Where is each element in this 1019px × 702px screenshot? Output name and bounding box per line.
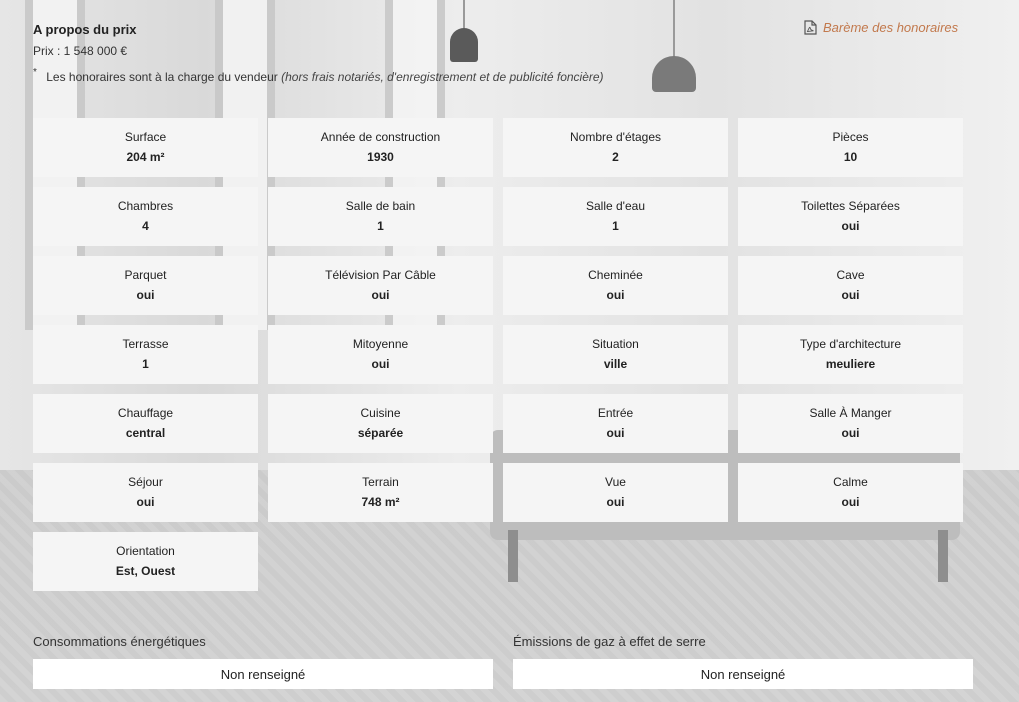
feature-label: Séjour: [128, 475, 163, 489]
feature-label: Type d'architecture: [799, 337, 901, 351]
feature-value: oui: [606, 426, 625, 440]
feature-value: 1: [377, 219, 384, 233]
feature-cell: Surface 204 m²: [33, 118, 258, 177]
feature-label: Nombre d'étages: [569, 130, 661, 144]
feature-value: 2: [612, 150, 619, 164]
feature-value: 748 m²: [361, 495, 400, 509]
feature-cell: Année de construction 1930: [268, 118, 493, 177]
feature-value: oui: [371, 288, 390, 302]
energy-consumption-value: Non renseigné: [33, 659, 493, 689]
feature-label: Surface: [124, 130, 167, 144]
feature-label: Salle de bain: [345, 199, 416, 213]
price-details-section: A propos du prix Prix : 1 548 000 € * Le…: [0, 0, 1019, 702]
feature-label: Chauffage: [117, 406, 174, 420]
fees-note-star: *: [33, 67, 37, 78]
feature-cell: Pièces 10: [738, 118, 963, 177]
price-value: Prix : 1 548 000 €: [33, 44, 128, 58]
feature-cell: Situation ville: [503, 325, 728, 384]
feature-cell: Entrée oui: [503, 394, 728, 453]
feature-value: 1: [142, 357, 149, 371]
feature-cell: Terrasse 1: [33, 325, 258, 384]
feature-cell: Parquet oui: [33, 256, 258, 315]
fees-note: * Les honoraires sont à la charge du ven…: [33, 67, 604, 84]
feature-cell: Salle d'eau 1: [503, 187, 728, 246]
ghg-emissions-label: Émissions de gaz à effet de serre: [513, 634, 706, 649]
feature-value: meuliere: [825, 357, 876, 371]
feature-label: Mitoyenne: [352, 337, 409, 351]
feature-value: 4: [142, 219, 149, 233]
feature-value: oui: [606, 288, 625, 302]
feature-label: Orientation: [116, 544, 175, 558]
feature-cell: Mitoyenne oui: [268, 325, 493, 384]
feature-cell: Cuisine séparée: [268, 394, 493, 453]
feature-value: 10: [843, 150, 858, 164]
feature-label: Vue: [605, 475, 626, 489]
feature-cell: Chambres 4: [33, 187, 258, 246]
feature-cell: Vue oui: [503, 463, 728, 522]
feature-cell: Chauffage central: [33, 394, 258, 453]
ghg-emissions-value: Non renseigné: [513, 659, 973, 689]
feature-label: Chambres: [117, 199, 174, 213]
fee-schedule-label: Barème des honoraires: [823, 20, 959, 35]
feature-label: Parquet: [124, 268, 167, 282]
feature-value: Est, Ouest: [115, 564, 176, 578]
energy-consumption-label: Consommations énergétiques: [33, 634, 206, 649]
feature-label: Année de construction: [320, 130, 441, 144]
feature-cell: Cheminée oui: [503, 256, 728, 315]
feature-cell: Salle de bain 1: [268, 187, 493, 246]
feature-cell: Type d'architecture meuliere: [738, 325, 963, 384]
feature-value: séparée: [357, 426, 404, 440]
feature-label: Situation: [592, 337, 639, 351]
feature-label: Télévision Par Câble: [325, 268, 436, 282]
feature-label: Calme: [833, 475, 868, 489]
feature-label: Pièces: [832, 130, 869, 144]
feature-value: 204 m²: [126, 150, 165, 164]
feature-value: oui: [606, 495, 625, 509]
feature-cell: Cave oui: [738, 256, 963, 315]
feature-value: central: [125, 426, 166, 440]
feature-cell: Salle À Manger oui: [738, 394, 963, 453]
feature-value: 1: [612, 219, 619, 233]
feature-value: 1930: [367, 150, 394, 164]
feature-value: oui: [841, 288, 860, 302]
feature-label: Cheminée: [588, 268, 643, 282]
feature-label: Cave: [836, 268, 865, 282]
feature-label: Entrée: [597, 406, 634, 420]
feature-label: Toilettes Séparées: [801, 199, 900, 213]
fees-note-detail: (hors frais notariés, d'enregistrement e…: [281, 70, 604, 84]
feature-value: ville: [603, 357, 628, 371]
feature-label: Terrain: [362, 475, 399, 489]
pdf-file-icon: [804, 20, 817, 35]
property-features-grid: Surface 204 m² Année de construction 1930 No…: [33, 118, 963, 591]
feature-cell: Orientation Est, Ouest: [33, 532, 258, 591]
feature-cell: Terrain 748 m²: [268, 463, 493, 522]
feature-cell: Séjour oui: [33, 463, 258, 522]
feature-cell: Nombre d'étages 2: [503, 118, 728, 177]
feature-value: oui: [841, 219, 860, 233]
feature-cell: Calme oui: [738, 463, 963, 522]
feature-value: oui: [841, 426, 860, 440]
feature-label: Salle d'eau: [585, 199, 645, 213]
feature-label: Terrasse: [122, 337, 169, 351]
fee-schedule-link[interactable]: Barème des honoraires: [804, 20, 958, 35]
feature-value: oui: [136, 495, 155, 509]
about-price-title: A propos du prix: [33, 22, 137, 37]
feature-value: oui: [371, 357, 390, 371]
fees-note-text: Les honoraires sont à la charge du vende…: [46, 70, 278, 84]
feature-label: Cuisine: [360, 406, 401, 420]
feature-label: Salle À Manger: [809, 406, 892, 420]
feature-cell: Toilettes Séparées oui: [738, 187, 963, 246]
feature-value: oui: [136, 288, 155, 302]
feature-cell: Télévision Par Câble oui: [268, 256, 493, 315]
feature-value: oui: [841, 495, 860, 509]
